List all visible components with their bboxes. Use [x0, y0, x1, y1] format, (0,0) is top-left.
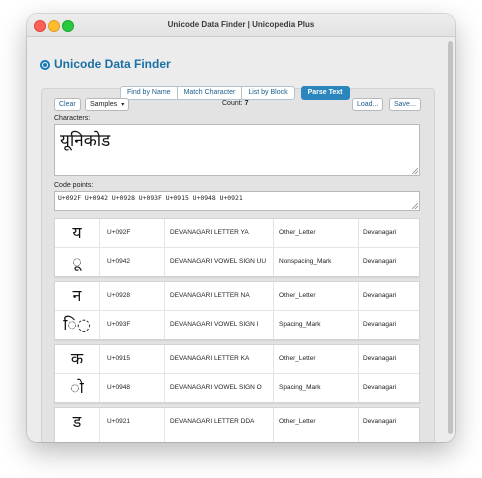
main-content: Unicode Data Finder Find by Name Match C… — [27, 37, 455, 442]
table-row[interactable]: क U+0915 DEVANAGARI LETTER KA Other_Lett… — [55, 345, 419, 373]
title-bar: Unicode Data Finder | Unicopedia Plus — [27, 14, 455, 37]
category-cell: Other_Letter — [279, 229, 316, 236]
glyph-cell: य — [72, 223, 82, 242]
tab-find-by-name[interactable]: Find by Name — [120, 86, 178, 100]
character-group: न U+0928 DEVANAGARI LETTER NA Other_Lett… — [54, 281, 420, 340]
script-cell: Devanagari — [363, 229, 397, 236]
code-cell: U+093F — [107, 321, 131, 328]
clear-button[interactable]: Clear — [54, 98, 81, 111]
category-cell: Other_Letter — [279, 418, 316, 425]
count-display: Count: 7 — [222, 100, 248, 107]
code-cell: U+0915 — [107, 355, 130, 362]
glyph-cell: न — [72, 286, 82, 305]
name-cell: DEVANAGARI LETTER NA — [170, 292, 250, 299]
tab-parse-text[interactable]: Parse Text — [300, 86, 350, 100]
app-window: Unicode Data Finder | Unicopedia Plus Un… — [27, 14, 455, 442]
characters-value: यूनिकोड — [60, 131, 111, 151]
glyph-cell: ◌ो — [70, 378, 84, 397]
category-cell: Other_Letter — [279, 292, 316, 299]
character-group: क U+0915 DEVANAGARI LETTER KA Other_Lett… — [54, 344, 420, 403]
name-cell: DEVANAGARI VOWEL SIGN UU — [170, 258, 267, 265]
tab-bar: Find by Name Match Character List by Blo… — [120, 86, 350, 100]
name-cell: DEVANAGARI LETTER DDA — [170, 418, 255, 425]
table-row[interactable]: ि◌ U+093F DEVANAGARI VOWEL SIGN I Spacin… — [55, 310, 419, 339]
code-cell: U+0928 — [107, 292, 130, 299]
script-cell: Devanagari — [363, 321, 397, 328]
code-points-field[interactable]: U+092F U+0942 U+0928 U+093F U+0915 U+094… — [54, 191, 420, 211]
script-cell: Devanagari — [363, 258, 397, 265]
samples-select-label: Samples — [90, 101, 118, 108]
resize-grip-icon[interactable] — [412, 203, 418, 209]
glyph-cell: क — [70, 349, 84, 368]
category-cell: Spacing_Mark — [279, 384, 321, 391]
vertical-scrollbar[interactable] — [448, 41, 453, 434]
code-points-label: Code points: — [54, 182, 94, 189]
category-cell: Spacing_Mark — [279, 321, 321, 328]
tab-list-by-block[interactable]: List by Block — [241, 86, 295, 100]
section-toggle-radio[interactable] — [40, 60, 50, 70]
characters-label: Characters: — [54, 115, 91, 122]
save-button[interactable]: Save... — [389, 98, 421, 111]
script-cell: Devanagari — [363, 418, 397, 425]
tab-match-character[interactable]: Match Character — [176, 86, 243, 100]
count-value: 7 — [244, 100, 249, 107]
samples-select[interactable]: Samples ▾ — [85, 98, 130, 111]
load-button[interactable]: Load... — [352, 98, 384, 111]
table-row[interactable]: न U+0928 DEVANAGARI LETTER NA Other_Lett… — [55, 282, 419, 310]
glyph-cell: ◌ू — [72, 252, 82, 271]
code-cell: U+0942 — [107, 258, 130, 265]
window-title: Unicode Data Finder | Unicopedia Plus — [167, 20, 315, 29]
table-row[interactable]: ड U+0921 DEVANAGARI LETTER DDA Other_Let… — [55, 408, 419, 436]
name-cell: DEVANAGARI VOWEL SIGN I — [170, 321, 259, 328]
table-row[interactable]: ◌ू U+0942 DEVANAGARI VOWEL SIGN UU Nonsp… — [55, 247, 419, 276]
name-cell: DEVANAGARI VOWEL SIGN O — [170, 384, 262, 391]
category-cell: Other_Letter — [279, 355, 316, 362]
code-cell: U+0948 — [107, 384, 130, 391]
code-cell: U+092F — [107, 229, 131, 236]
script-cell: Devanagari — [363, 292, 397, 299]
table-row[interactable]: य U+092F DEVANAGARI LETTER YA Other_Lett… — [55, 219, 419, 247]
name-cell: DEVANAGARI LETTER KA — [170, 355, 250, 362]
page-title: Unicode Data Finder — [54, 57, 171, 71]
chevron-down-icon: ▾ — [121, 102, 125, 108]
glyph-cell: ि◌ — [63, 315, 91, 334]
code-points-value: U+092F U+0942 U+0928 U+093F U+0915 U+094… — [58, 194, 243, 202]
table-row[interactable]: ◌ो U+0948 DEVANAGARI VOWEL SIGN O Spacin… — [55, 373, 419, 402]
characters-textarea[interactable]: यूनिकोड — [54, 124, 420, 176]
character-group: ड U+0921 DEVANAGARI LETTER DDA Other_Let… — [54, 407, 420, 442]
count-label: Count: — [222, 100, 243, 107]
character-group: य U+092F DEVANAGARI LETTER YA Other_Lett… — [54, 218, 420, 277]
name-cell: DEVANAGARI LETTER YA — [170, 229, 249, 236]
code-cell: U+0921 — [107, 418, 130, 425]
category-cell: Nonspacing_Mark — [279, 258, 332, 265]
glyph-cell: ड — [72, 412, 82, 431]
resize-grip-icon[interactable] — [412, 168, 418, 174]
script-cell: Devanagari — [363, 355, 397, 362]
script-cell: Devanagari — [363, 384, 397, 391]
